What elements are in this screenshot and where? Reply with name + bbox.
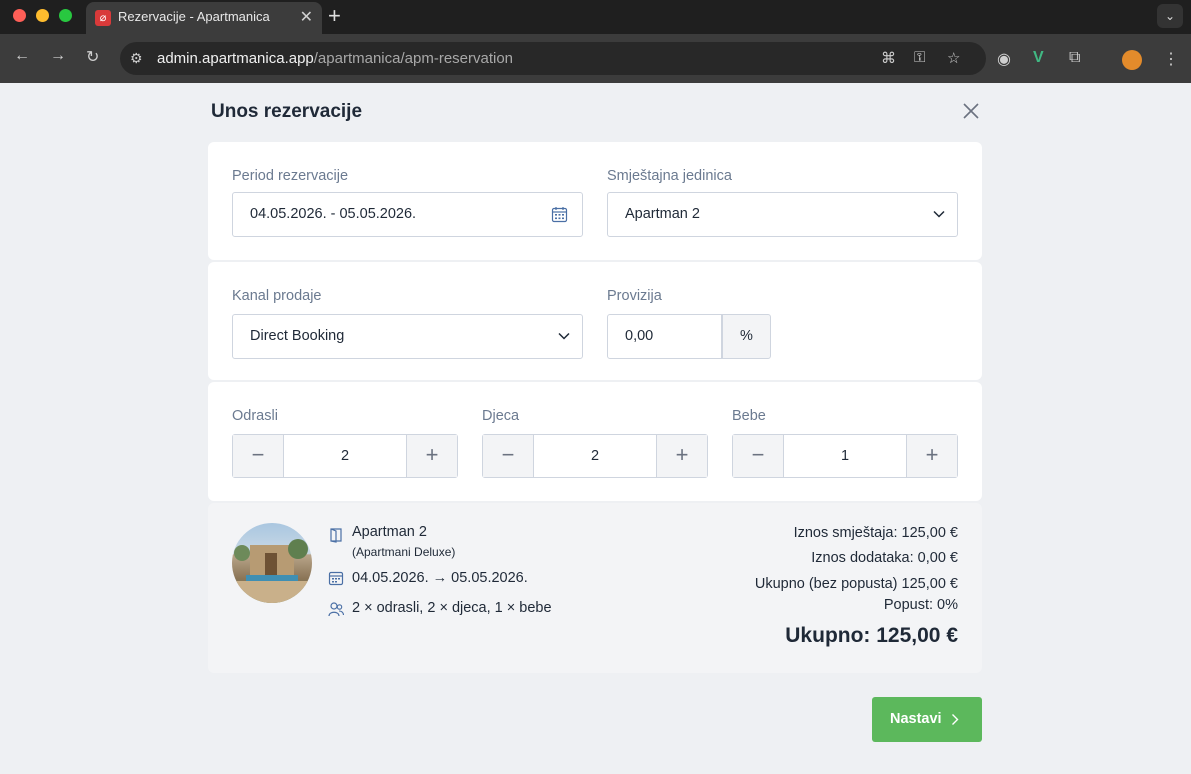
- children-label: Djeca: [482, 408, 520, 424]
- period-label: Period rezervacije: [232, 168, 349, 184]
- browser-toolbar: ← → ↻ ⚙ admin.apartmanica.app/apartmanic…: [0, 34, 1191, 83]
- vue-devtools-icon[interactable]: V: [1033, 49, 1044, 67]
- extension-owl-icon[interactable]: ◉: [997, 49, 1011, 69]
- commission-label: Provizija: [607, 288, 662, 304]
- calendar-icon[interactable]: [551, 206, 568, 223]
- minimize-window-button[interactable]: [36, 9, 49, 22]
- children-value[interactable]: 2: [534, 435, 656, 477]
- channel-commission-card: Kanal prodaje Direct Booking Provizija 0…: [208, 262, 982, 380]
- adults-label: Odrasli: [232, 408, 278, 424]
- commission-input[interactable]: 0,00 %: [607, 314, 771, 359]
- unit-value: Apartman 2: [625, 206, 700, 222]
- adults-value[interactable]: 2: [284, 435, 406, 477]
- summary-unit-type: (Apartmani Deluxe): [352, 545, 456, 559]
- adults-decrement-button[interactable]: −: [233, 435, 284, 477]
- unit-label: Smještajna jedinica: [607, 168, 732, 184]
- close-icon[interactable]: [960, 100, 982, 122]
- favicon-icon: ⌀: [95, 10, 111, 26]
- next-button[interactable]: Nastavi: [872, 697, 982, 742]
- chevron-right-icon: [952, 714, 959, 725]
- browser-tab-bar: ⌀ Rezervacije - Apartmanica ✕ + ⌄: [0, 0, 1191, 34]
- maximize-window-button[interactable]: [59, 9, 72, 22]
- percent-addon: %: [722, 314, 771, 359]
- apartment-photo-illustration: [232, 539, 312, 603]
- translate-icon[interactable]: ⌘: [881, 49, 896, 67]
- period-value: 04.05.2026. - 05.05.2026.: [250, 206, 417, 222]
- door-icon: [330, 528, 342, 543]
- channel-label: Kanal prodaje: [232, 288, 322, 304]
- extensions-puzzle-icon[interactable]: ⧉: [1069, 49, 1080, 67]
- calendar-icon: [328, 571, 344, 586]
- total-amount: Ukupno: 125,00 €: [785, 624, 958, 647]
- commission-value: 0,00: [625, 328, 654, 344]
- adults-increment-button[interactable]: +: [406, 435, 457, 477]
- accommodation-amount: Iznos smještaja: 125,00 €: [793, 525, 958, 541]
- modal-title: Unos rezervacije: [211, 101, 363, 122]
- children-increment-button[interactable]: +: [656, 435, 707, 477]
- back-icon[interactable]: ←: [14, 47, 30, 65]
- babies-decrement-button[interactable]: −: [733, 435, 784, 477]
- unit-select[interactable]: Apartman 2: [607, 192, 958, 237]
- adults-stepper: − 2 +: [232, 434, 458, 478]
- channel-value: Direct Booking: [250, 328, 345, 344]
- browser-menu-icon[interactable]: ⋮: [1163, 49, 1179, 69]
- apartment-photo: [232, 523, 312, 603]
- children-decrement-button[interactable]: −: [483, 435, 534, 477]
- tab-search-button[interactable]: ⌄: [1157, 4, 1183, 28]
- summary-unit-name: Apartman 2: [352, 524, 427, 540]
- guests-card: Odrasli − 2 + Djeca − 2 + Bebe − 1 +: [208, 382, 982, 501]
- babies-stepper: − 1 +: [732, 434, 958, 478]
- channel-select[interactable]: Direct Booking: [232, 314, 583, 359]
- subtotal-amount: Ukupno (bez popusta) 125,00 €: [754, 576, 958, 592]
- babies-increment-button[interactable]: +: [906, 435, 957, 477]
- close-tab-icon[interactable]: ✕: [300, 7, 313, 27]
- reload-icon[interactable]: ↻: [86, 47, 99, 67]
- chevron-down-icon: [558, 332, 570, 340]
- forward-icon[interactable]: →: [50, 47, 66, 65]
- guests-icon: [328, 602, 344, 617]
- url-text[interactable]: admin.apartmanica.app/apartmanica/apm-re…: [157, 50, 513, 67]
- address-bar[interactable]: ⚙ admin.apartmanica.app/apartmanica/apm-…: [120, 42, 986, 75]
- reservation-summary: Apartman 2 (Apartmani Deluxe) 04.05.2026…: [208, 503, 982, 673]
- browser-tab[interactable]: ⌀ Rezervacije - Apartmanica ✕: [86, 2, 322, 34]
- extras-amount: Iznos dodataka: 0,00 €: [811, 550, 958, 566]
- profile-avatar[interactable]: [1122, 50, 1142, 70]
- babies-label: Bebe: [732, 408, 766, 424]
- summary-guests: 2 × odrasli, 2 × djeca, 1 × bebe: [352, 600, 552, 616]
- children-stepper: − 2 +: [482, 434, 708, 478]
- site-settings-icon[interactable]: ⚙: [130, 50, 143, 67]
- discount-amount: Popust: 0%: [883, 597, 958, 613]
- bookmark-star-icon[interactable]: ☆: [947, 49, 960, 67]
- period-unit-card: Period rezervacije 04.05.2026. - 05.05.2…: [208, 142, 982, 260]
- key-icon[interactable]: ⚿: [914, 49, 925, 66]
- new-tab-button[interactable]: +: [328, 3, 341, 29]
- tab-title: Rezervacije - Apartmanica: [118, 9, 270, 24]
- chevron-down-icon: [933, 210, 945, 218]
- close-window-button[interactable]: [13, 9, 26, 22]
- next-button-label: Nastavi: [890, 711, 942, 727]
- summary-dates: 04.05.2026. → 05.05.2026.: [352, 570, 528, 586]
- babies-value[interactable]: 1: [784, 435, 906, 477]
- period-input[interactable]: 04.05.2026. - 05.05.2026.: [232, 192, 583, 237]
